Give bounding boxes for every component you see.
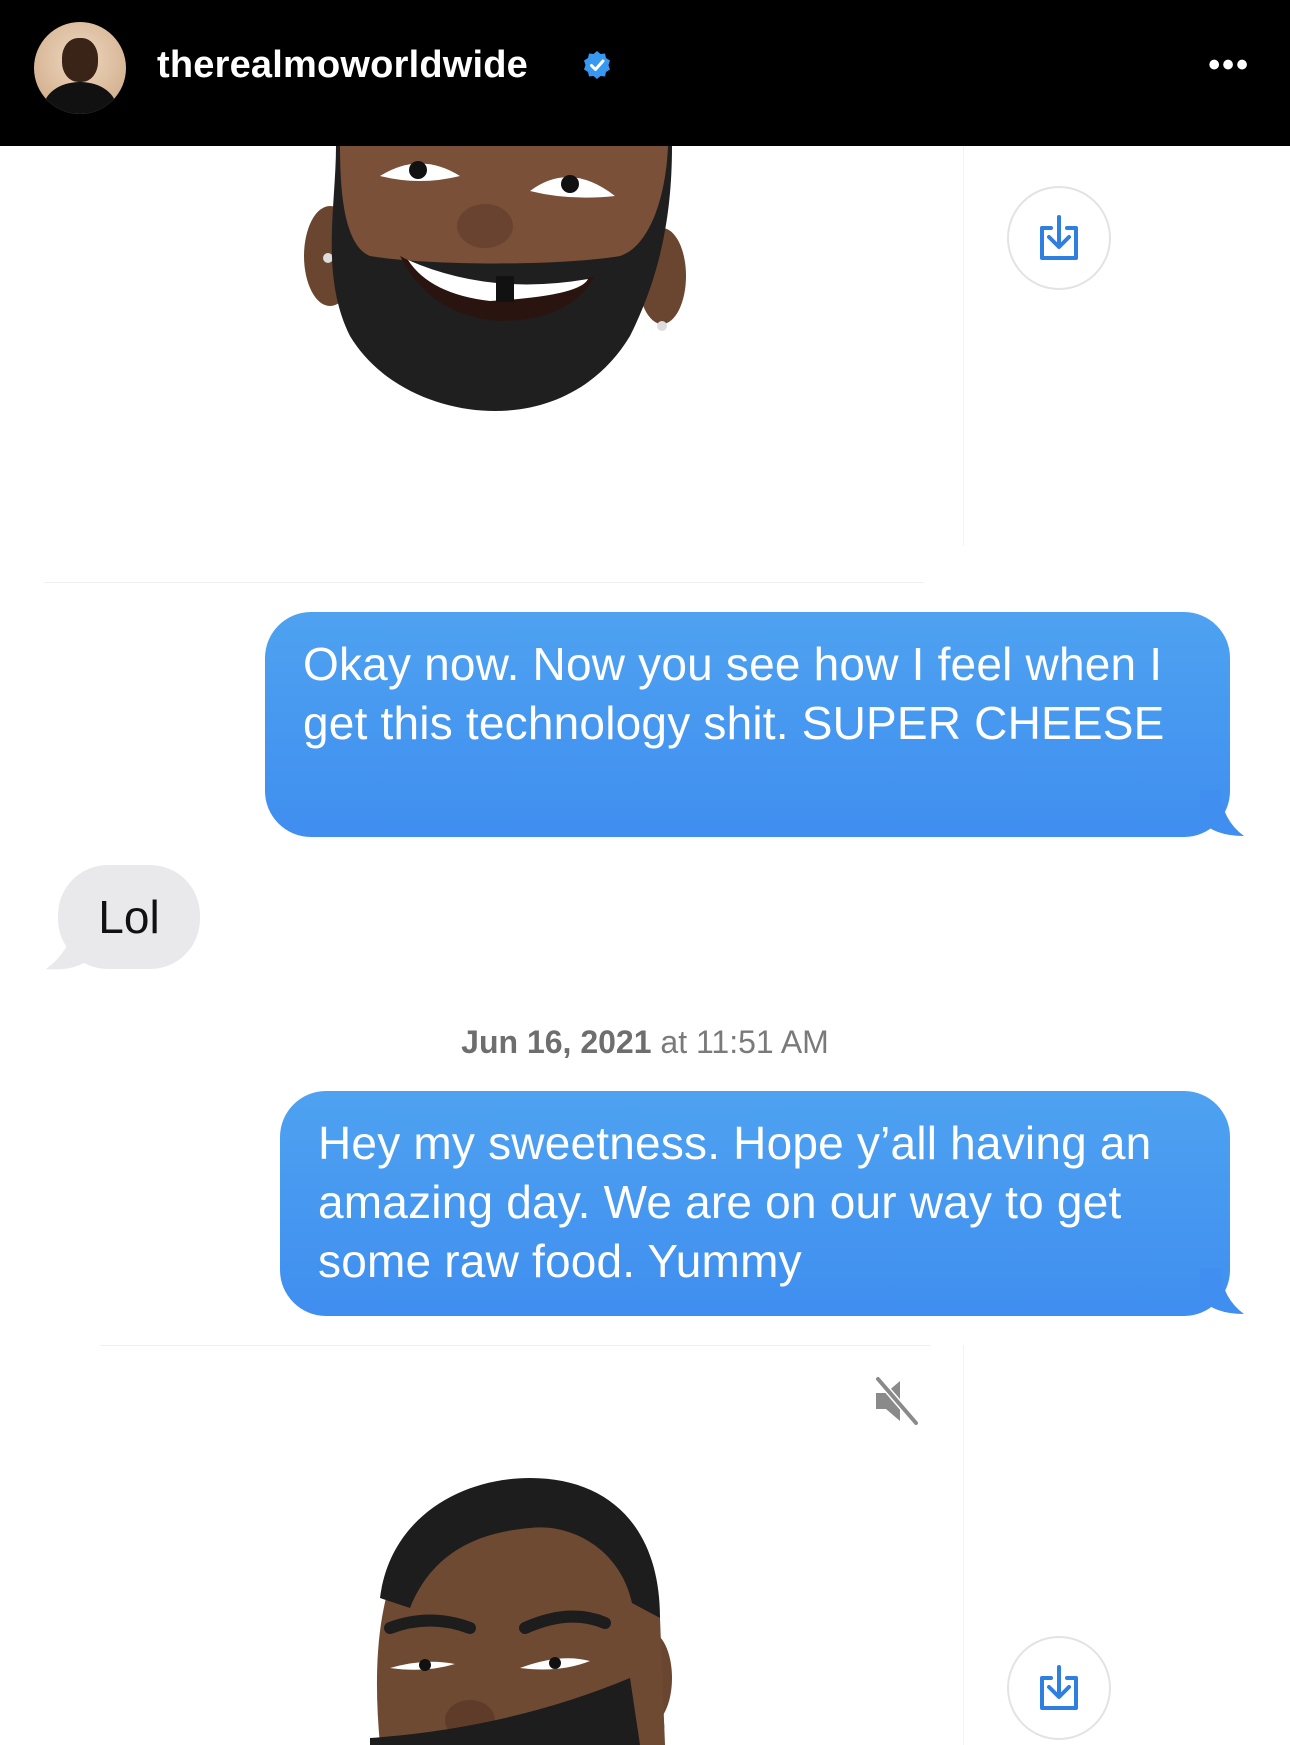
more-options-button[interactable]: •••: [1208, 48, 1250, 82]
verified-badge-icon: [584, 51, 610, 79]
muted-audio-icon[interactable]: [872, 1375, 920, 1427]
timestamp-time: at 11:51 AM: [651, 1024, 829, 1060]
divider: [100, 1345, 930, 1346]
message-timestamp: Jun 16, 2021 at 11:51 AM: [0, 1024, 1290, 1061]
incoming-message[interactable]: Lol: [58, 865, 200, 969]
divider: [963, 1345, 964, 1745]
outgoing-message[interactable]: Okay now. Now you see how I feel when I …: [265, 612, 1230, 837]
save-sticker-button[interactable]: [1007, 186, 1111, 290]
download-icon: [1040, 215, 1078, 260]
bubble-tail: [1200, 1268, 1244, 1314]
username[interactable]: therealmoworldwide: [157, 44, 528, 87]
download-icon: [1040, 1665, 1078, 1710]
bubble-tail: [1200, 790, 1244, 836]
memoji-sticker-bearded[interactable]: [300, 146, 690, 416]
avatar[interactable]: [34, 22, 126, 114]
profile-header: therealmoworldwide •••: [0, 0, 1290, 146]
memoji-sticker[interactable]: [370, 1478, 700, 1745]
save-sticker-button[interactable]: [1007, 1636, 1111, 1740]
divider: [963, 146, 964, 546]
timestamp-date: Jun 16, 2021: [461, 1024, 652, 1060]
outgoing-message[interactable]: Hey my sweetness. Hope y’all having an a…: [280, 1091, 1230, 1316]
divider: [44, 582, 924, 583]
